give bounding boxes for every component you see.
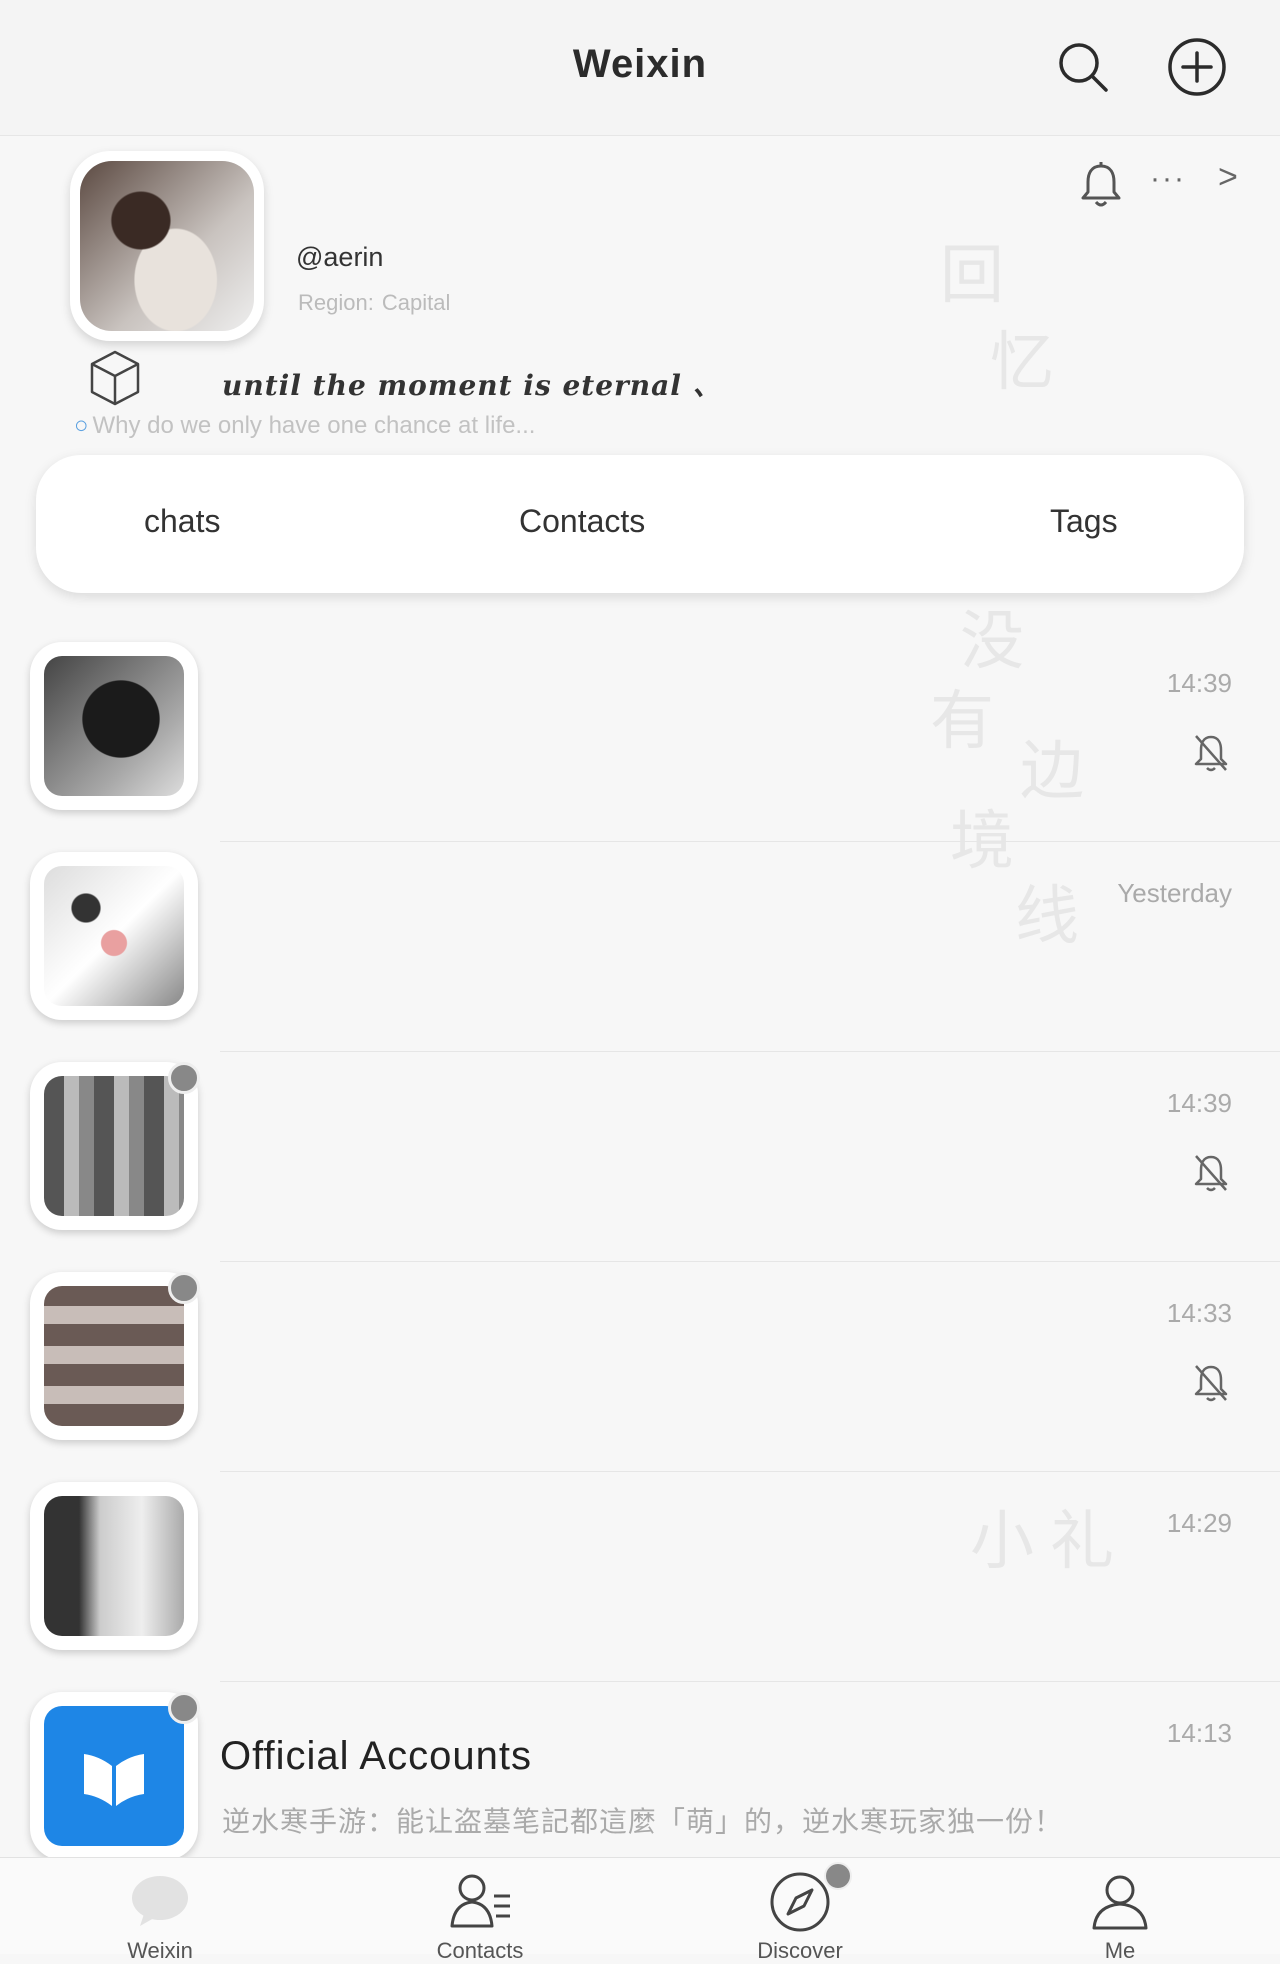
add-circle-icon[interactable] (1166, 36, 1228, 98)
nav-label: Weixin (127, 1938, 193, 1963)
bottom-nav: Weixin Contacts Discover Me (0, 1857, 1280, 1963)
avatar-photo (44, 1496, 184, 1636)
cube-icon[interactable] (86, 348, 144, 408)
decoration-char: 忆 (990, 326, 1054, 400)
tab-bar: chats Contacts Tags (36, 455, 1244, 593)
chat-avatar (30, 852, 198, 1020)
tab-tags[interactable]: Tags (1050, 503, 1118, 540)
chat-time: 14:33 (1166, 1298, 1232, 1328)
avatar-photo (44, 1076, 184, 1216)
username: @aerin (296, 242, 384, 272)
region: Region: Capital (298, 290, 450, 316)
status-hint-text: Why do we only have one chance at life..… (92, 412, 536, 439)
mute-bell-icon (1192, 732, 1230, 774)
region-label: Region: (298, 290, 374, 315)
chat-time: Yesterday (1117, 878, 1232, 908)
chat-bubble-icon (132, 1876, 188, 1926)
mute-bell-icon (1192, 1362, 1230, 1404)
top-bar: Weixin (0, 0, 1280, 136)
unread-dot (168, 1062, 200, 1094)
profile-section: 回 忆 @aerin Region: Capital ··· > until th… (0, 136, 1280, 456)
signature-text: until the moment is eternal 、 (222, 369, 722, 402)
chat-time: 14:29 (1166, 1508, 1232, 1538)
chat-row[interactable]: 14:29 (0, 1472, 1280, 1682)
chat-row-official-accounts[interactable]: Official Accounts 逆水寒手游：能让盗墓笔記都這麼「萌」的，逆水… (0, 1682, 1280, 1860)
profile-avatar[interactable] (70, 151, 264, 341)
avatar-photo (44, 1286, 184, 1426)
tab-contacts[interactable]: Contacts (519, 503, 645, 540)
chevron-right-icon[interactable]: > (1218, 158, 1238, 197)
nav-label: Discover (757, 1938, 843, 1963)
chat-time: 14:39 (1166, 1088, 1232, 1118)
nav-label: Me (1104, 1938, 1136, 1963)
contacts-icon (450, 1874, 510, 1928)
chat-avatar (30, 642, 198, 810)
chat-row[interactable]: 14:39 (0, 1052, 1280, 1262)
nav-contacts[interactable]: Contacts (380, 1858, 580, 1963)
official-accounts-icon (44, 1706, 184, 1846)
nav-weixin[interactable]: Weixin (60, 1858, 260, 1963)
nav-me[interactable]: Me (1020, 1858, 1220, 1963)
person-icon (1092, 1875, 1148, 1930)
unread-dot (168, 1692, 200, 1724)
chat-time: 14:13 (1166, 1718, 1232, 1748)
status-hint[interactable]: ○ Why do we only have one chance at life.… (74, 412, 535, 440)
avatar-photo (80, 161, 254, 331)
search-small-icon: ○ (74, 412, 89, 439)
avatar-photo (44, 866, 184, 1006)
bell-icon[interactable] (1078, 160, 1124, 210)
chat-avatar (30, 1482, 198, 1650)
chat-row[interactable]: 14:39 (0, 632, 1280, 842)
decoration-char: 回 (940, 239, 1004, 313)
chat-title: Official Accounts (220, 1734, 532, 1778)
chat-row[interactable]: Yesterday (0, 842, 1280, 1052)
nav-discover[interactable]: Discover (700, 1858, 900, 1963)
chat-time: 14:39 (1166, 668, 1232, 698)
tab-chats[interactable]: chats (144, 503, 220, 540)
region-value: Capital (381, 290, 451, 315)
more-icon[interactable]: ··· (1150, 162, 1186, 196)
unread-dot (824, 1862, 852, 1890)
unread-dot (168, 1272, 200, 1304)
avatar-photo (44, 656, 184, 796)
mute-bell-icon (1192, 1152, 1230, 1194)
chat-preview: 逆水寒手游：能让盗墓笔記都這麼「萌」的，逆水寒玩家独一份！ (222, 1806, 1064, 1837)
search-icon[interactable] (1052, 36, 1114, 98)
nav-label: Contacts (436, 1938, 524, 1963)
chat-row[interactable]: 14:33 (0, 1262, 1280, 1472)
